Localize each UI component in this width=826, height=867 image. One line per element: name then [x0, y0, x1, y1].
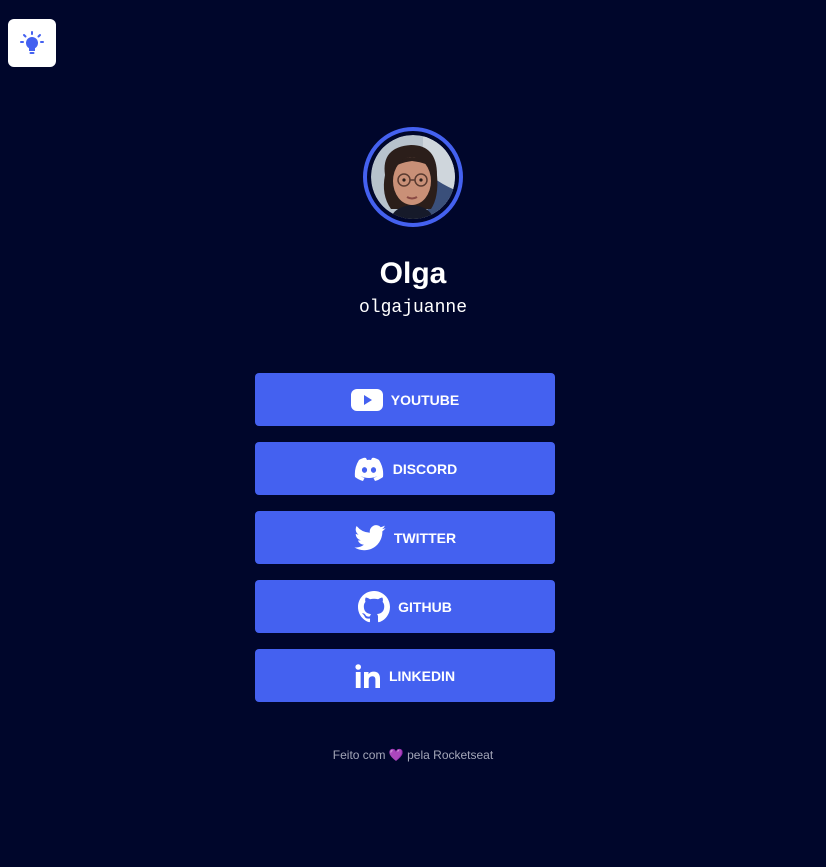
- twitter-link-label: TWITTER: [393, 529, 457, 546]
- profile-section: Olga olgajuanne: [0, 127, 826, 321]
- lightbulb-icon: [20, 31, 44, 54]
- footer-suffix: pela Rocketseat: [407, 748, 494, 762]
- twitter-icon: [354, 524, 386, 550]
- footer-prefix: Feito com: [332, 748, 386, 762]
- footer: Feito com 💜 pela Rocketseat: [0, 748, 826, 762]
- linkedin-icon: [355, 663, 380, 688]
- theme-toggle-button[interactable]: [8, 19, 56, 67]
- linkedin-link-label: LINKEDIN: [388, 667, 456, 684]
- youtube-link-label: YOUTUBE: [390, 391, 460, 408]
- github-link-button[interactable]: GITHUB: [255, 580, 555, 633]
- discord-link-button[interactable]: DISCORD: [255, 442, 555, 495]
- avatar: [363, 127, 463, 227]
- discord-link-label: DISCORD: [392, 460, 458, 477]
- heart-icon: 💜: [388, 748, 404, 762]
- profile-username: olgajuanne: [358, 298, 468, 318]
- linkedin-link-button[interactable]: LINKEDIN: [255, 649, 555, 702]
- social-links-list: YOUTUBE DISCORD TWITTER GITHUB LINKEDIN: [255, 373, 555, 702]
- profile-name: Olga: [379, 257, 447, 290]
- github-link-label: GITHUB: [398, 598, 452, 615]
- discord-icon: [354, 457, 383, 481]
- youtube-icon: [350, 388, 383, 411]
- twitter-link-button[interactable]: TWITTER: [255, 511, 555, 564]
- avatar-photo: [371, 135, 455, 219]
- youtube-link-button[interactable]: YOUTUBE: [255, 373, 555, 426]
- github-icon: [358, 590, 391, 622]
